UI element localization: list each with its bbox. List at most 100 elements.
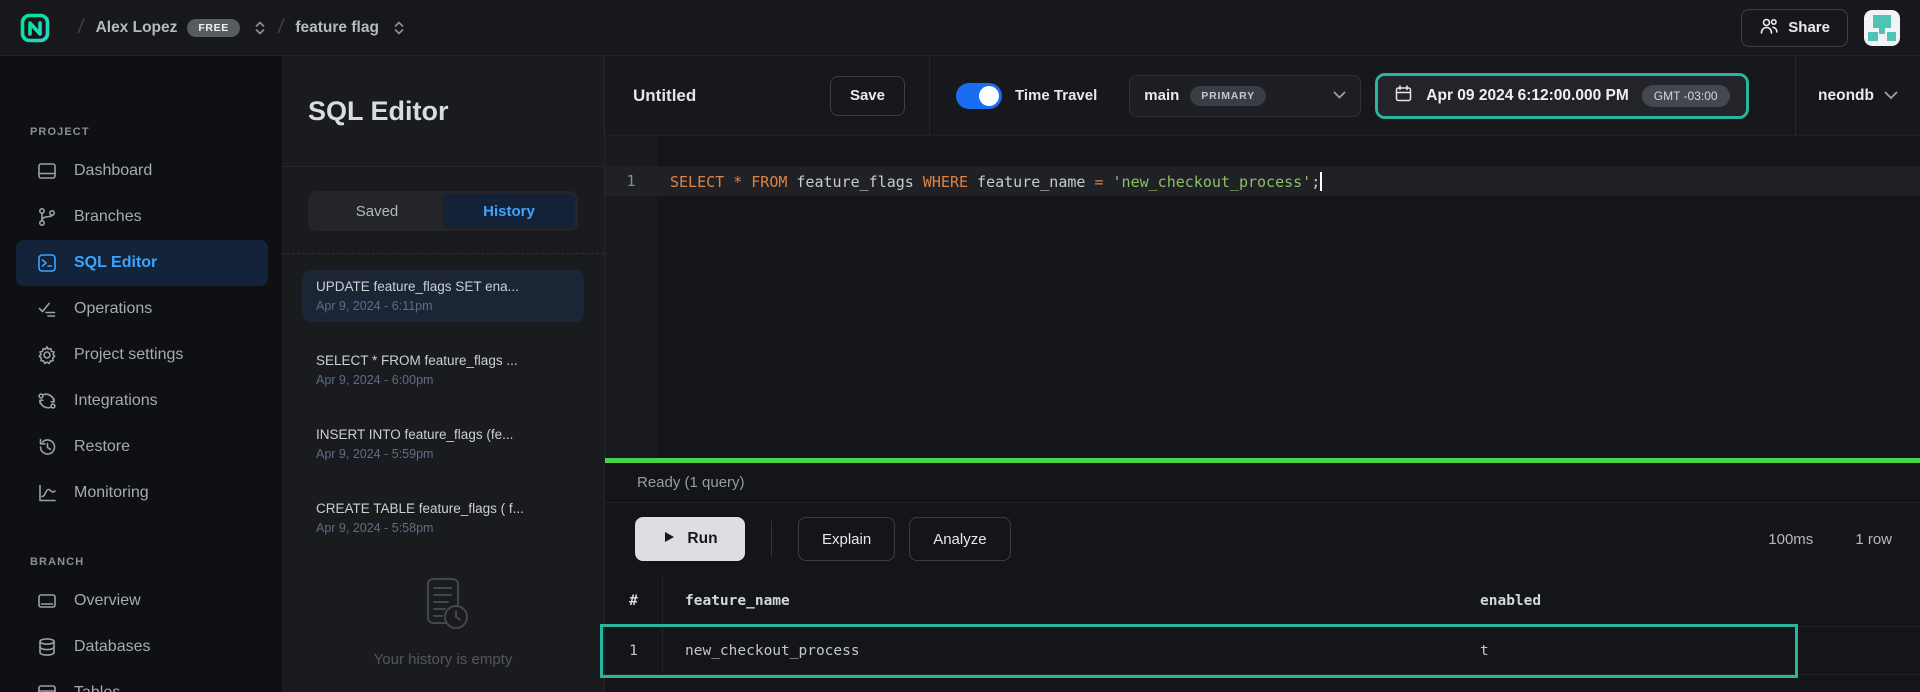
chevron-down-icon [1333, 87, 1346, 105]
saved-history-tabs: Saved History [308, 191, 578, 231]
breadcrumb-separator: / [276, 16, 285, 39]
gear-icon [36, 344, 58, 366]
share-label: Share [1788, 19, 1830, 36]
monitoring-icon [36, 482, 58, 504]
active-code-line[interactable]: 1 SELECT * FROM feature_flags WHERE feat… [605, 166, 1920, 196]
tab-history[interactable]: History [443, 194, 575, 228]
integrations-icon [36, 390, 58, 412]
code-editor[interactable]: 1 SELECT * FROM feature_flags WHERE feat… [605, 136, 1920, 458]
history-item[interactable]: SELECT * FROM feature_flags ... Apr 9, 2… [302, 344, 584, 396]
sidebar-item-monitoring[interactable]: Monitoring [16, 470, 268, 516]
sql-token-operator: = [1094, 173, 1112, 191]
sql-token-keyword: WHERE [923, 173, 968, 191]
sql-code[interactable]: SELECT * FROM feature_flags WHERE featur… [670, 172, 1322, 191]
datetime-picker[interactable]: Apr 09 2024 6:12:00.000 PM GMT -03:00 [1378, 76, 1745, 116]
time-travel-label: Time Travel [1015, 87, 1097, 104]
sidebar-item-project-settings[interactable]: Project settings [16, 332, 268, 378]
breadcrumb-org[interactable]: Alex Lopez FREE [96, 19, 266, 37]
sidebar-item-dashboard[interactable]: Dashboard [16, 148, 268, 194]
people-icon [1759, 16, 1779, 40]
sidebar-section-project: PROJECT [30, 126, 282, 138]
sql-token-identifier: feature_name [968, 173, 1094, 191]
column-header-enabled: enabled [1480, 575, 1920, 626]
sidebar-item-sql-editor[interactable]: SQL Editor [16, 240, 268, 286]
sidebar-item-tables[interactable]: Tables [16, 670, 268, 692]
neon-logo-icon[interactable] [20, 12, 52, 44]
sidebar-item-branches[interactable]: Branches [16, 194, 268, 240]
sql-token-string: 'new_checkout_process' [1113, 173, 1312, 191]
play-icon [662, 530, 676, 549]
datetime-highlight-box: Apr 09 2024 6:12:00.000 PM GMT -03:00 [1375, 73, 1748, 119]
overview-icon [36, 590, 58, 612]
database-icon [36, 636, 58, 658]
cell-feature-name: new_checkout_process [663, 627, 1480, 674]
user-avatar[interactable] [1864, 10, 1900, 46]
sidebar-item-overview[interactable]: Overview [16, 578, 268, 624]
sidebar-item-label: Branches [74, 208, 142, 226]
sidebar-item-label: Project settings [74, 346, 183, 364]
top-bar: / Alex Lopez FREE / feature flag [0, 0, 1920, 56]
tables-icon [36, 682, 58, 692]
history-item[interactable]: INSERT INTO feature_flags (fe... Apr 9, … [302, 418, 584, 470]
sidebar-item-databases[interactable]: Databases [16, 624, 268, 670]
explain-button[interactable]: Explain [798, 517, 895, 561]
query-actions: Run Explain Analyze 100ms 1 row [605, 503, 1920, 575]
breadcrumb-separator: / [76, 16, 85, 39]
operations-icon [36, 298, 58, 320]
org-name: Alex Lopez [96, 19, 178, 37]
restore-clock-icon [36, 436, 58, 458]
datetime-value: Apr 09 2024 6:12:00.000 PM [1426, 87, 1628, 105]
sidebar: PROJECT Dashboard Branches SQL Editor Op… [0, 56, 282, 692]
sidebar-item-restore[interactable]: Restore [16, 424, 268, 470]
plan-badge: FREE [187, 19, 239, 37]
branch-select[interactable]: main PRIMARY [1129, 75, 1361, 117]
sidebar-item-label: Dashboard [74, 162, 152, 180]
primary-badge: PRIMARY [1190, 86, 1266, 106]
history-timestamp: Apr 9, 2024 - 5:58pm [316, 521, 570, 535]
time-travel-section: Time Travel [930, 56, 1123, 135]
history-item[interactable]: CREATE TABLE feature_flags ( f... Apr 9,… [302, 492, 584, 544]
editor-toolbar: Untitled Save Time Travel main PRIMARY [605, 56, 1920, 136]
divider [771, 521, 772, 557]
sql-editor-panel: SQL Editor Saved History UPDATE feature_… [282, 56, 605, 692]
column-header-index: # [605, 575, 663, 626]
sidebar-item-label: Integrations [74, 392, 158, 410]
database-name: neondb [1818, 87, 1874, 105]
query-duration: 100ms [1768, 531, 1813, 548]
sidebar-item-label: Monitoring [74, 484, 149, 502]
sql-token-keyword: SELECT [670, 173, 733, 191]
history-item[interactable]: UPDATE feature_flags SET ena... Apr 9, 2… [302, 270, 584, 322]
table-row[interactable]: 1 new_checkout_process t [605, 627, 1920, 675]
share-button[interactable]: Share [1741, 9, 1848, 47]
sql-token-keyword: FROM [751, 173, 787, 191]
history-timestamp: Apr 9, 2024 - 6:00pm [316, 373, 570, 387]
sidebar-item-integrations[interactable]: Integrations [16, 378, 268, 424]
row-count: 1 row [1855, 531, 1892, 548]
panel-header: SQL Editor [282, 56, 604, 167]
analyze-button[interactable]: Analyze [909, 517, 1010, 561]
chevron-down-icon [1884, 87, 1898, 105]
history-query: INSERT INTO feature_flags (fe... [316, 427, 570, 442]
tab-saved[interactable]: Saved [311, 194, 443, 228]
breadcrumb-project[interactable]: feature flag [295, 19, 405, 37]
line-number: 1 [605, 172, 657, 190]
run-label: Run [687, 530, 717, 548]
query-name-section: Untitled Save [605, 56, 930, 135]
query-title[interactable]: Untitled [633, 86, 696, 106]
org-switcher-icon[interactable] [254, 19, 266, 37]
sidebar-item-operations[interactable]: Operations [16, 286, 268, 332]
empty-history-label: Your history is empty [374, 651, 513, 668]
save-button[interactable]: Save [830, 76, 905, 116]
project-switcher-icon[interactable] [393, 19, 405, 37]
calendar-icon [1394, 84, 1413, 108]
results-panel: Ready (1 query) Run Explain Analyze 100m… [605, 463, 1920, 692]
run-button[interactable]: Run [635, 517, 745, 561]
database-select[interactable]: neondb [1795, 56, 1920, 135]
history-query: UPDATE feature_flags SET ena... [316, 279, 570, 294]
main-area: Untitled Save Time Travel main PRIMARY [605, 56, 1920, 692]
cell-row-number: 1 [605, 627, 663, 674]
project-name: feature flag [295, 19, 379, 37]
sidebar-item-label: Restore [74, 438, 130, 456]
time-travel-toggle[interactable] [956, 83, 1002, 109]
history-query: SELECT * FROM feature_flags ... [316, 353, 570, 368]
